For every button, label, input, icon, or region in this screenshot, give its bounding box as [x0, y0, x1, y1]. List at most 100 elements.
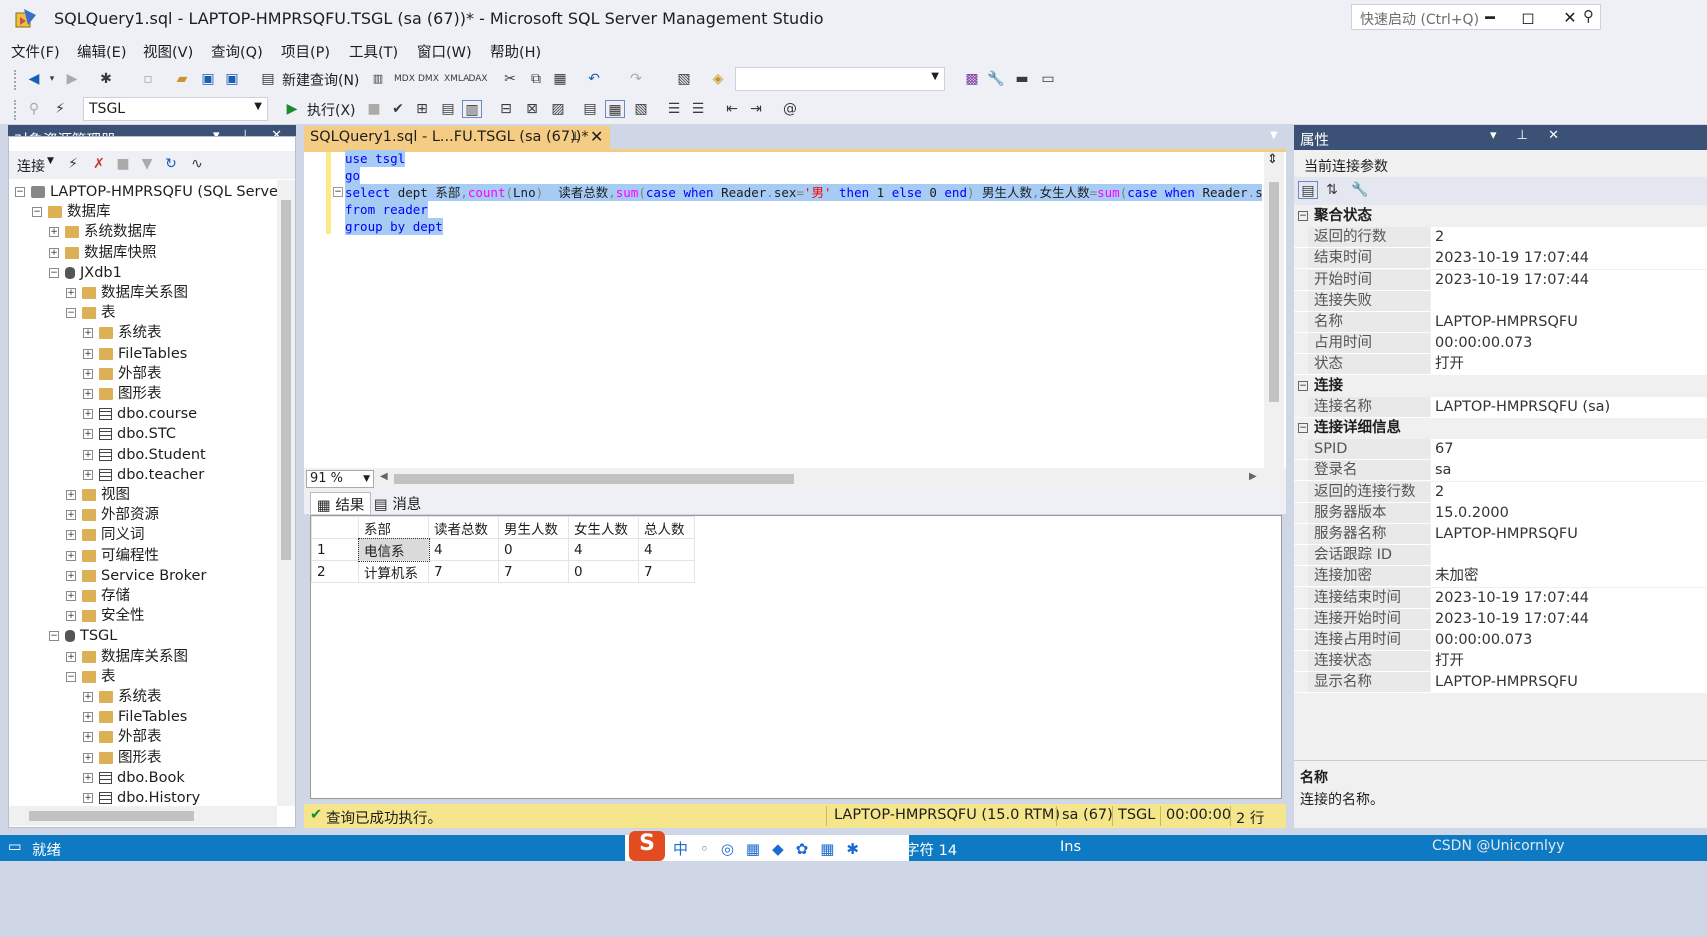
expand-icon[interactable]: +	[66, 530, 76, 541]
expand-icon[interactable]: +	[83, 328, 93, 339]
tab-results[interactable]: ▦ 结果	[310, 492, 372, 514]
collapse-icon[interactable]: −	[32, 207, 42, 218]
tree-node[interactable]: + 存储	[66, 586, 130, 606]
new-query-icon[interactable]: ▤	[258, 70, 278, 88]
decrease-indent-icon[interactable]: ⇤	[722, 100, 742, 118]
property-row[interactable]: 服务器版本 15.0.2000	[1294, 502, 1707, 524]
alphabetical-icon[interactable]: ⇅	[1322, 181, 1342, 199]
tree-node[interactable]: + dbo.Student	[83, 445, 206, 465]
menu-query[interactable]: 查询(Q)	[211, 41, 263, 62]
tree-node[interactable]: + 可编程性	[66, 546, 159, 566]
expand-icon[interactable]: +	[66, 651, 76, 662]
ime-buttons-icon[interactable]: 中◦◎▦◆✿▦✱	[673, 838, 871, 859]
tree-node[interactable]: + dbo.STC	[83, 424, 176, 444]
collapse-icon[interactable]: −	[49, 267, 59, 278]
menu-help[interactable]: 帮助(H)	[490, 41, 541, 62]
collapse-icon[interactable]: −	[333, 187, 343, 197]
property-row[interactable]: 连接开始时间 2023-10-19 17:07:44	[1294, 608, 1707, 630]
row-number[interactable]: 2	[311, 560, 359, 583]
cell[interactable]: 4	[568, 538, 639, 561]
db-engine-query-icon[interactable]: ▥	[368, 70, 388, 88]
property-row[interactable]: 连接名称 LAPTOP-HMPRSQFU (sa)	[1294, 396, 1707, 418]
scroll-right-icon[interactable]: ▶	[1249, 471, 1257, 482]
undo-icon[interactable]: ↶	[584, 70, 604, 88]
cell[interactable]: 7	[498, 560, 569, 583]
cell[interactable]: 0	[498, 538, 569, 561]
property-row[interactable]: SPID 67	[1294, 439, 1707, 461]
scroll-thumb[interactable]	[394, 474, 794, 484]
layout-icon[interactable]: ▭	[1038, 70, 1058, 88]
open-file-icon[interactable]: ▰	[172, 70, 192, 88]
expand-icon[interactable]: +	[83, 449, 93, 460]
tree-node[interactable]: + Service Broker	[66, 566, 206, 586]
dax-query-icon[interactable]: DAX	[468, 70, 488, 88]
expand-icon[interactable]: +	[66, 490, 76, 500]
change-connection-icon[interactable]: ⚡	[50, 100, 70, 118]
solution-config-select[interactable]: ▼	[735, 67, 945, 91]
object-explorer-hscroll[interactable]	[9, 806, 277, 826]
code-line-1[interactable]: use tsgl	[345, 150, 406, 167]
column-header[interactable]: 女生人数	[568, 516, 639, 539]
property-row[interactable]: 状态 打开	[1294, 354, 1707, 376]
tree-node[interactable]: + 系统表	[83, 687, 162, 707]
tree-node[interactable]: + 安全性	[66, 606, 145, 626]
paste-icon[interactable]: ▦	[550, 70, 570, 88]
property-category[interactable]: − 聚合状态	[1294, 206, 1707, 227]
tree-node[interactable]: + 图形表	[83, 384, 162, 404]
back-icon[interactable]: ◀	[24, 70, 44, 88]
results-to-file-icon[interactable]: ▧	[631, 100, 651, 118]
expand-icon[interactable]: +	[66, 570, 76, 581]
close-window-button[interactable]: ✕	[1550, 4, 1590, 32]
scroll-left-icon[interactable]: ◀	[380, 471, 388, 482]
wrench-icon[interactable]: 🔧	[986, 70, 1006, 88]
cell-dept[interactable]: 电信系	[357, 537, 430, 562]
expand-icon[interactable]: +	[83, 793, 93, 803]
property-row[interactable]: 连接占用时间 00:00:00.073	[1294, 630, 1707, 651]
column-header[interactable]: 系部	[358, 516, 429, 539]
xmla-query-icon[interactable]: XMLA	[444, 70, 469, 88]
available-databases-select[interactable]: TSGL ▼	[83, 97, 268, 121]
disconnect-icon[interactable]: ✗	[89, 155, 109, 173]
property-row[interactable]: 连接状态 打开	[1294, 651, 1707, 673]
activity-monitor-icon[interactable]: ▧	[674, 70, 694, 88]
execute-icon[interactable]: ▶	[282, 100, 302, 118]
menu-file[interactable]: 文件(F)	[11, 41, 60, 62]
collapse-icon[interactable]: −	[1298, 423, 1308, 433]
property-row[interactable]: 连接失败	[1294, 290, 1707, 312]
tree-node[interactable]: + dbo.Book	[83, 768, 185, 788]
tree-node[interactable]: + 数据库关系图	[66, 283, 188, 303]
increase-indent-icon[interactable]: ⇥	[746, 100, 766, 118]
sogou-ime-icon[interactable]: S	[629, 831, 665, 861]
pin-icon[interactable]: ⊥	[570, 129, 580, 143]
tree-node[interactable]: + 系统表	[83, 323, 162, 343]
expand-icon[interactable]: +	[66, 288, 76, 298]
editor-vscroll[interactable]: ⇕	[1264, 152, 1284, 468]
tree-node[interactable]: − TSGL	[49, 626, 117, 646]
tree-node[interactable]: − LAPTOP-HMPRSQFU (SQL Server 15.0.2000 -…	[15, 182, 277, 202]
zoom-select[interactable]: 91 % ▼	[306, 470, 374, 488]
include-plan-icon[interactable]: ⊟	[496, 100, 516, 118]
properties-window-icon[interactable]: ▩	[962, 70, 982, 88]
property-category[interactable]: − 连接详细信息	[1294, 418, 1707, 439]
property-row[interactable]: 结束时间 2023-10-19 17:07:44	[1294, 248, 1707, 270]
code-line-4[interactable]: from reader	[345, 201, 428, 218]
property-row[interactable]: 连接结束时间 2023-10-19 17:07:44	[1294, 587, 1707, 609]
tree-node[interactable]: − 表	[66, 303, 116, 323]
column-header[interactable]: 读者总数	[428, 516, 499, 539]
property-row[interactable]: 登录名 sa	[1294, 460, 1707, 482]
chevron-down-icon[interactable]: ▼	[47, 156, 54, 166]
tree-node[interactable]: + 同义词	[66, 525, 145, 545]
query-designer-icon[interactable]: ▤	[438, 100, 458, 118]
cell[interactable]: 4	[638, 538, 695, 561]
tree-node[interactable]: + 视图	[66, 485, 130, 505]
redo-icon[interactable]: ↷	[626, 70, 646, 88]
tree-node[interactable]: + 外部资源	[66, 505, 159, 525]
property-row[interactable]: 名称 LAPTOP-HMPRSQFU	[1294, 312, 1707, 333]
cell[interactable]: 0	[568, 560, 639, 583]
expand-icon[interactable]: +	[83, 348, 93, 359]
collapse-icon[interactable]: −	[66, 308, 76, 319]
refresh-icon[interactable]: ↻	[161, 155, 181, 173]
expand-icon[interactable]: +	[49, 227, 59, 238]
add-item-icon[interactable]: ▫	[138, 70, 158, 88]
uncomment-icon[interactable]: ☰	[688, 100, 708, 118]
